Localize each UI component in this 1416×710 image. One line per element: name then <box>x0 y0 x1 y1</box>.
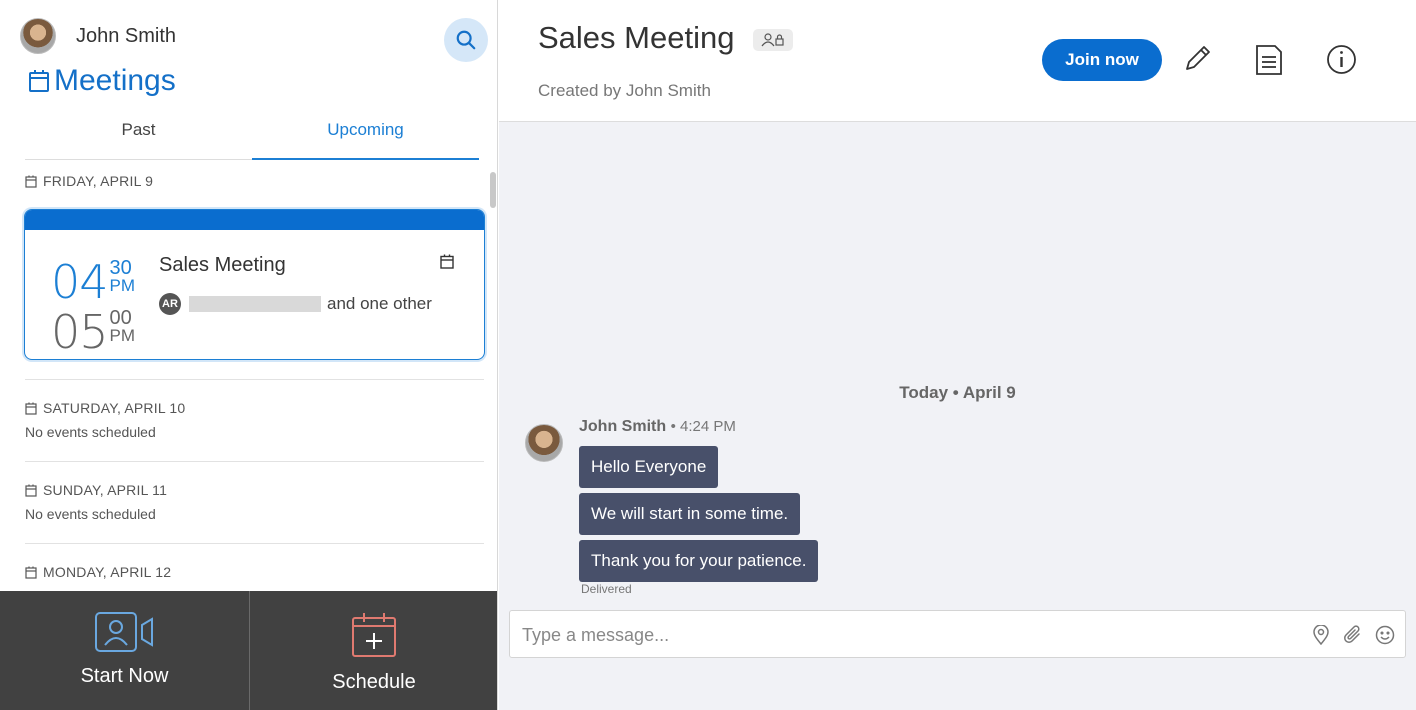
end-time: 05 00 PM <box>51 305 136 359</box>
divider <box>25 379 484 380</box>
start-now-button[interactable]: Start Now <box>0 591 249 710</box>
start-period: PM <box>109 276 136 295</box>
card-accent-bar <box>25 210 484 230</box>
message-meta: John Smith • 4:24 PM <box>579 418 736 436</box>
document-icon <box>1256 45 1282 75</box>
divider <box>25 543 484 544</box>
calendar-icon <box>25 402 37 415</box>
no-events-text: No events scheduled <box>25 424 156 440</box>
schedule-label: Schedule <box>332 671 416 693</box>
chat-message[interactable]: Hello Everyone <box>579 446 719 488</box>
divider <box>25 461 484 462</box>
day-label: FRIDAY, APRIL 9 <box>43 173 154 189</box>
page-title-text: Meetings <box>54 64 176 97</box>
delivery-status: Delivered <box>581 582 632 596</box>
join-now-button[interactable]: Join now <box>1042 39 1162 81</box>
meeting-tabs: Past Upcoming <box>25 110 479 160</box>
day-header: MONDAY, APRIL 12 <box>25 564 171 580</box>
day-header: SATURDAY, APRIL 10 <box>25 400 185 416</box>
message-time: • 4:24 PM <box>670 418 736 435</box>
info-button[interactable] <box>1326 44 1357 80</box>
end-minute: 00 <box>109 307 132 329</box>
location-pin-icon <box>1313 624 1329 646</box>
info-icon <box>1327 45 1356 74</box>
meeting-card-title: Sales Meeting <box>159 254 286 276</box>
search-icon <box>456 30 476 50</box>
notes-button[interactable] <box>1255 44 1283 81</box>
no-events-text: No events scheduled <box>25 506 156 522</box>
sender-name: John Smith <box>579 418 667 435</box>
day-label: SATURDAY, APRIL 10 <box>43 400 186 416</box>
chat-day-separator: Today • April 9 <box>899 383 1016 402</box>
calendar-icon <box>25 175 37 188</box>
location-button[interactable] <box>1313 624 1329 650</box>
calendar-icon <box>25 484 37 497</box>
end-hour: 05 <box>51 305 109 359</box>
user-profile[interactable]: John Smith <box>20 18 176 54</box>
video-person-icon <box>94 612 153 652</box>
day-header: SUNDAY, APRIL 11 <box>25 482 167 498</box>
pencil-icon <box>1186 46 1210 70</box>
emoji-button[interactable] <box>1375 625 1395 650</box>
redacted-attendee-name <box>189 296 321 312</box>
message-composer <box>509 610 1406 658</box>
user-avatar[interactable] <box>20 18 56 54</box>
bottom-action-bar: Start Now Schedule <box>0 591 497 710</box>
calendar-icon <box>440 254 454 269</box>
smiley-icon <box>1375 625 1395 645</box>
chat-message[interactable]: We will start in some time. <box>579 493 801 535</box>
meetings-sidebar: John Smith Meetings Past Upcoming FRIDAY… <box>0 0 498 710</box>
calendar-icon <box>25 566 37 579</box>
sender-avatar <box>525 424 563 462</box>
people-lock-icon <box>761 33 784 47</box>
end-period: PM <box>109 326 136 345</box>
meeting-detail-panel: Sales Meeting Created by John Smith Join… <box>499 0 1416 710</box>
user-name: John Smith <box>76 24 177 47</box>
message-input[interactable] <box>522 619 1292 651</box>
tab-past[interactable]: Past <box>25 110 252 159</box>
chat-message[interactable]: Thank you for your patience. <box>579 540 819 582</box>
calendar-icon <box>29 70 49 92</box>
attach-button[interactable] <box>1343 625 1363 650</box>
calendar-add-icon <box>352 613 396 657</box>
meeting-header: Sales Meeting Created by John Smith Join… <box>499 0 1416 122</box>
paperclip-icon <box>1344 625 1360 643</box>
edit-button[interactable] <box>1182 44 1212 79</box>
attendees: AR and one other <box>159 293 432 315</box>
attendee-avatar: AR <box>159 293 181 315</box>
scrollbar-thumb[interactable] <box>490 172 496 208</box>
attendee-others: and one other <box>327 294 432 313</box>
day-label: SUNDAY, APRIL 11 <box>43 482 168 498</box>
search-button[interactable] <box>444 18 488 62</box>
day-label: MONDAY, APRIL 12 <box>43 564 172 580</box>
page-title: Meetings <box>28 64 176 98</box>
meeting-card[interactable]: 04 30 PM 05 00 PM Sales Meeting AR and o… <box>24 209 485 360</box>
schedule-button[interactable]: Schedule <box>249 591 497 710</box>
start-time: 04 30 PM <box>51 255 136 309</box>
day-header: FRIDAY, APRIL 9 <box>25 173 153 189</box>
created-by: Created by John Smith <box>538 81 711 100</box>
add-to-calendar-button[interactable] <box>440 254 454 274</box>
start-minute: 30 <box>109 257 132 279</box>
start-now-label: Start Now <box>80 665 169 687</box>
privacy-badge[interactable] <box>753 29 793 51</box>
meeting-title: Sales Meeting <box>538 20 735 55</box>
start-hour: 04 <box>51 255 109 309</box>
tab-upcoming[interactable]: Upcoming <box>252 110 479 160</box>
